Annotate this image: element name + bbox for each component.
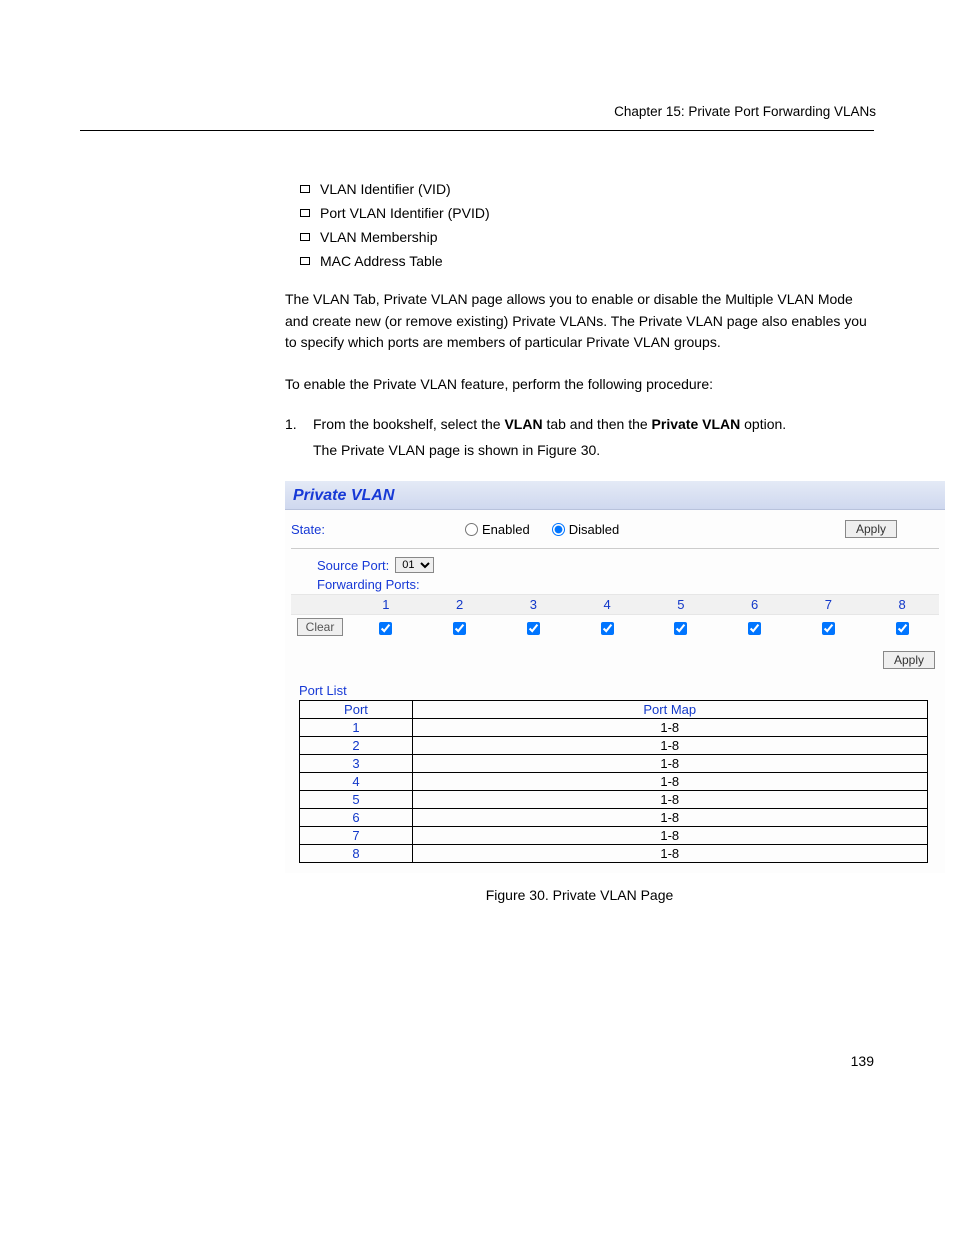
radio-enabled-input[interactable] bbox=[465, 523, 478, 536]
private-vlan-screenshot: Private VLAN State: Enabled Disabled App… bbox=[285, 481, 945, 873]
bullet-item: MAC Address Table bbox=[300, 253, 874, 269]
port-header: 8 bbox=[865, 595, 939, 614]
port-cell: 5 bbox=[300, 791, 413, 809]
radio-enabled-label: Enabled bbox=[482, 522, 530, 537]
bullet-item: VLAN Identifier (VID) bbox=[300, 181, 874, 197]
paragraph: The VLAN Tab, Private VLAN page allows y… bbox=[285, 289, 874, 354]
figure-caption: Figure 30. Private VLAN Page bbox=[285, 887, 874, 903]
step: 1. From the bookshelf, select the VLAN t… bbox=[285, 416, 874, 432]
page-number: 139 bbox=[0, 1053, 874, 1069]
table-row: 31-8 bbox=[300, 755, 928, 773]
port-checkbox-3[interactable] bbox=[527, 622, 540, 635]
radio-disabled-label: Disabled bbox=[569, 522, 620, 537]
map-cell: 1-8 bbox=[412, 827, 927, 845]
map-cell: 1-8 bbox=[412, 773, 927, 791]
table-row: 81-8 bbox=[300, 845, 928, 863]
table-row: 51-8 bbox=[300, 791, 928, 809]
table-row: 11-8 bbox=[300, 719, 928, 737]
clear-button[interactable]: Clear bbox=[297, 618, 344, 636]
bullet-text: VLAN Identifier (VID) bbox=[320, 181, 451, 197]
step-number: 1. bbox=[285, 416, 303, 432]
port-header: 5 bbox=[644, 595, 718, 614]
radio-disabled-input[interactable] bbox=[552, 523, 565, 536]
port-list-label: Port List bbox=[299, 683, 939, 698]
port-list-table: Port Port Map 11-8 21-8 31-8 41-8 51-8 6… bbox=[299, 700, 928, 863]
port-cell: 1 bbox=[300, 719, 413, 737]
port-cell: 4 bbox=[300, 773, 413, 791]
bullet-square-icon bbox=[300, 209, 310, 217]
paragraph: To enable the Private VLAN feature, perf… bbox=[285, 374, 874, 396]
port-header-row: 1 2 3 4 5 6 7 8 bbox=[291, 594, 939, 615]
port-header: 1 bbox=[349, 595, 423, 614]
port-checkbox-1[interactable] bbox=[379, 622, 392, 635]
text-fragment: tab and then the bbox=[543, 416, 652, 432]
port-cell: 3 bbox=[300, 755, 413, 773]
page-header-right: Chapter 15: Private Port Forwarding VLAN… bbox=[614, 104, 876, 119]
port-checkbox-8[interactable] bbox=[896, 622, 909, 635]
panel-title: Private VLAN bbox=[293, 487, 394, 504]
port-checkbox-4[interactable] bbox=[601, 622, 614, 635]
bullet-square-icon bbox=[300, 233, 310, 241]
bullet-square-icon bbox=[300, 185, 310, 193]
port-header: 7 bbox=[792, 595, 866, 614]
source-port-select[interactable]: 01 bbox=[395, 557, 434, 573]
map-cell: 1-8 bbox=[412, 755, 927, 773]
radio-enabled[interactable]: Enabled bbox=[465, 522, 530, 537]
paragraph: The Private VLAN page is shown in Figure… bbox=[313, 440, 874, 462]
bullet-text: Port VLAN Identifier (PVID) bbox=[320, 205, 490, 221]
header-rule bbox=[80, 130, 874, 131]
map-cell: 1-8 bbox=[412, 791, 927, 809]
text-bold: Private VLAN bbox=[652, 416, 741, 432]
table-row: 61-8 bbox=[300, 809, 928, 827]
map-cell: 1-8 bbox=[412, 737, 927, 755]
port-cell: 2 bbox=[300, 737, 413, 755]
text-bold: VLAN bbox=[504, 416, 542, 432]
map-cell: 1-8 bbox=[412, 845, 927, 863]
table-row: 21-8 bbox=[300, 737, 928, 755]
port-checkbox-7[interactable] bbox=[822, 622, 835, 635]
source-port-label: Source Port: bbox=[317, 558, 389, 573]
text-fragment: option. bbox=[740, 416, 786, 432]
forwarding-ports-label: Forwarding Ports: bbox=[317, 577, 939, 592]
port-header: 2 bbox=[423, 595, 497, 614]
port-col-header: Port bbox=[300, 701, 413, 719]
port-checkbox-6[interactable] bbox=[748, 622, 761, 635]
step-text: From the bookshelf, select the VLAN tab … bbox=[313, 416, 786, 432]
port-checkbox-2[interactable] bbox=[453, 622, 466, 635]
port-header: 6 bbox=[718, 595, 792, 614]
apply-state-button[interactable]: Apply bbox=[845, 520, 897, 538]
port-cell: 8 bbox=[300, 845, 413, 863]
radio-disabled[interactable]: Disabled bbox=[552, 522, 620, 537]
table-row: 41-8 bbox=[300, 773, 928, 791]
text-fragment: From the bookshelf, select the bbox=[313, 416, 504, 432]
port-checkbox-5[interactable] bbox=[674, 622, 687, 635]
port-cell: 7 bbox=[300, 827, 413, 845]
port-header: 4 bbox=[570, 595, 644, 614]
map-cell: 1-8 bbox=[412, 719, 927, 737]
state-radio-group: Enabled Disabled bbox=[465, 522, 619, 537]
bullet-text: VLAN Membership bbox=[320, 229, 438, 245]
bullet-text: MAC Address Table bbox=[320, 253, 443, 269]
port-checkbox-row: Clear bbox=[291, 615, 939, 639]
apply-row: Apply bbox=[291, 639, 939, 677]
source-port-row: Source Port: 01 bbox=[317, 557, 939, 573]
forwarding-ports-grid: 1 2 3 4 5 6 7 8 Clear bbox=[291, 594, 939, 639]
bullet-item: VLAN Membership bbox=[300, 229, 874, 245]
portmap-col-header: Port Map bbox=[412, 701, 927, 719]
state-label: State: bbox=[291, 522, 325, 537]
state-row: State: Enabled Disabled Apply bbox=[291, 520, 939, 549]
bullet-item: Port VLAN Identifier (PVID) bbox=[300, 205, 874, 221]
apply-ports-button[interactable]: Apply bbox=[883, 651, 935, 669]
table-row: 71-8 bbox=[300, 827, 928, 845]
map-cell: 1-8 bbox=[412, 809, 927, 827]
port-cell: 6 bbox=[300, 809, 413, 827]
panel-titlebar: Private VLAN bbox=[285, 481, 945, 510]
port-header: 3 bbox=[497, 595, 571, 614]
bullet-square-icon bbox=[300, 257, 310, 265]
